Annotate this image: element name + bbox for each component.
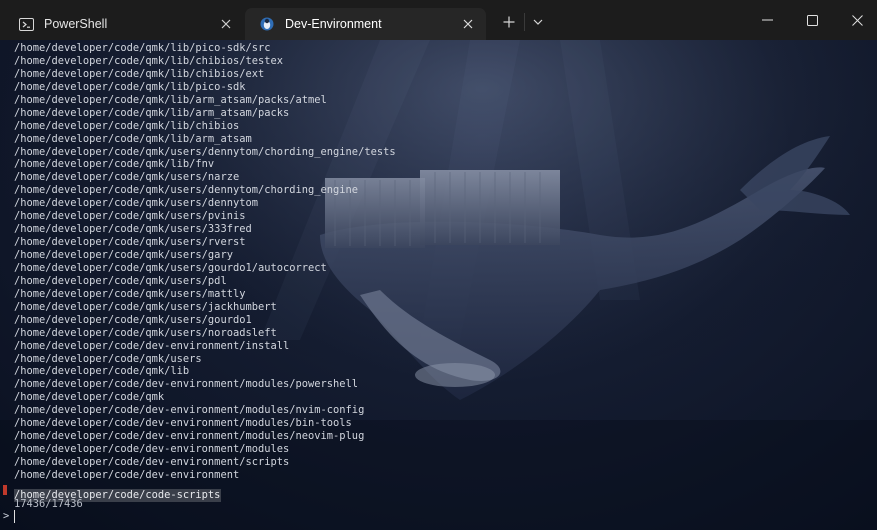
ubuntu-penguin-icon [259, 16, 275, 32]
result-row[interactable]: /home/developer/code/dev-environment/mod… [14, 443, 396, 456]
result-row[interactable]: /home/developer/code/dev-environment/ins… [14, 340, 396, 353]
result-row[interactable]: /home/developer/code/qmk/users/pdl [14, 275, 396, 288]
result-row[interactable]: /home/developer/code/qmk/users/narze [14, 171, 396, 184]
result-row[interactable]: /home/developer/code/qmk/lib/arm_atsam [14, 133, 396, 146]
tab-dropdown-button[interactable] [527, 8, 549, 36]
fuzzy-finder-results: /home/developer/code/qmk/lib/pico-sdk/sr… [14, 42, 396, 482]
result-row[interactable]: /home/developer/code/qmk/users/dennytom/… [14, 146, 396, 159]
selection-marker [3, 485, 7, 495]
result-row[interactable]: /home/developer/code/qmk/lib/pico-sdk [14, 81, 396, 94]
result-row[interactable]: /home/developer/code/qmk/lib/arm_atsam/p… [14, 94, 396, 107]
chevron-down-icon [533, 19, 543, 25]
result-row[interactable]: /home/developer/code/qmk/users [14, 353, 396, 366]
result-row[interactable]: /home/developer/code/qmk/users/jackhumbe… [14, 301, 396, 314]
result-row[interactable]: /home/developer/code/qmk/users/pvinis [14, 210, 396, 223]
close-icon[interactable] [217, 15, 235, 33]
terminal-pane[interactable]: /home/developer/code/qmk/lib/pico-sdk/sr… [0, 40, 877, 530]
result-row[interactable]: /home/developer/code/qmk/lib/pico-sdk/sr… [14, 42, 396, 55]
plus-icon [503, 16, 515, 28]
result-row[interactable]: /home/developer/code/dev-environment [14, 469, 396, 482]
tab-title: PowerShell [44, 17, 108, 31]
result-row[interactable]: /home/developer/code/qmk/users/rverst [14, 236, 396, 249]
result-row[interactable]: /home/developer/code/dev-environment/mod… [14, 430, 396, 443]
result-row[interactable]: /home/developer/code/qmk/lib [14, 365, 396, 378]
result-row[interactable]: /home/developer/code/qmk/lib/chibios/ext [14, 68, 396, 81]
text-cursor[interactable] [14, 510, 15, 523]
result-row[interactable]: /home/developer/code/qmk [14, 391, 396, 404]
result-row[interactable]: /home/developer/code/qmk/lib/chibios [14, 120, 396, 133]
tab-powershell[interactable]: PowerShell [4, 8, 244, 40]
result-row[interactable]: /home/developer/code/qmk/lib/chibios/tes… [14, 55, 396, 68]
tab-title: Dev-Environment [285, 17, 382, 31]
match-count: 17436/17436 [14, 498, 83, 510]
close-icon[interactable] [459, 15, 477, 33]
result-row[interactable]: /home/developer/code/dev-environment/mod… [14, 404, 396, 417]
powershell-icon [18, 16, 34, 32]
result-row[interactable]: /home/developer/code/qmk/users/gourdo1/a… [14, 262, 396, 275]
maximize-button[interactable] [797, 6, 827, 34]
title-bar: PowerShell Dev-Environment [0, 0, 877, 40]
result-row[interactable]: /home/developer/code/qmk/lib/fnv [14, 158, 396, 171]
result-row[interactable]: /home/developer/code/dev-environment/mod… [14, 378, 396, 391]
result-row[interactable]: /home/developer/code/dev-environment/scr… [14, 456, 396, 469]
result-row[interactable]: /home/developer/code/qmk/users/dennytom/… [14, 184, 396, 197]
close-icon [851, 14, 863, 26]
result-row[interactable]: /home/developer/code/qmk/users/mattly [14, 288, 396, 301]
minimize-button[interactable] [752, 6, 782, 34]
minimize-icon [761, 19, 773, 21]
tab-dev-environment[interactable]: Dev-Environment [245, 8, 486, 40]
close-window-button[interactable] [842, 6, 872, 34]
result-row[interactable]: /home/developer/code/qmk/lib/arm_atsam/p… [14, 107, 396, 120]
result-row[interactable]: /home/developer/code/qmk/users/gary [14, 249, 396, 262]
result-row[interactable]: /home/developer/code/qmk/users/gourdo1 [14, 314, 396, 327]
tab-divider [524, 13, 525, 31]
result-row[interactable]: /home/developer/code/qmk/users/333fred [14, 223, 396, 236]
new-tab-button[interactable] [496, 8, 522, 36]
maximize-icon [806, 14, 818, 26]
result-row[interactable]: /home/developer/code/qmk/users/noroadsle… [14, 327, 396, 340]
prompt-symbol: > [3, 510, 10, 522]
result-row[interactable]: /home/developer/code/dev-environment/mod… [14, 417, 396, 430]
result-row[interactable]: /home/developer/code/qmk/users/dennytom [14, 197, 396, 210]
